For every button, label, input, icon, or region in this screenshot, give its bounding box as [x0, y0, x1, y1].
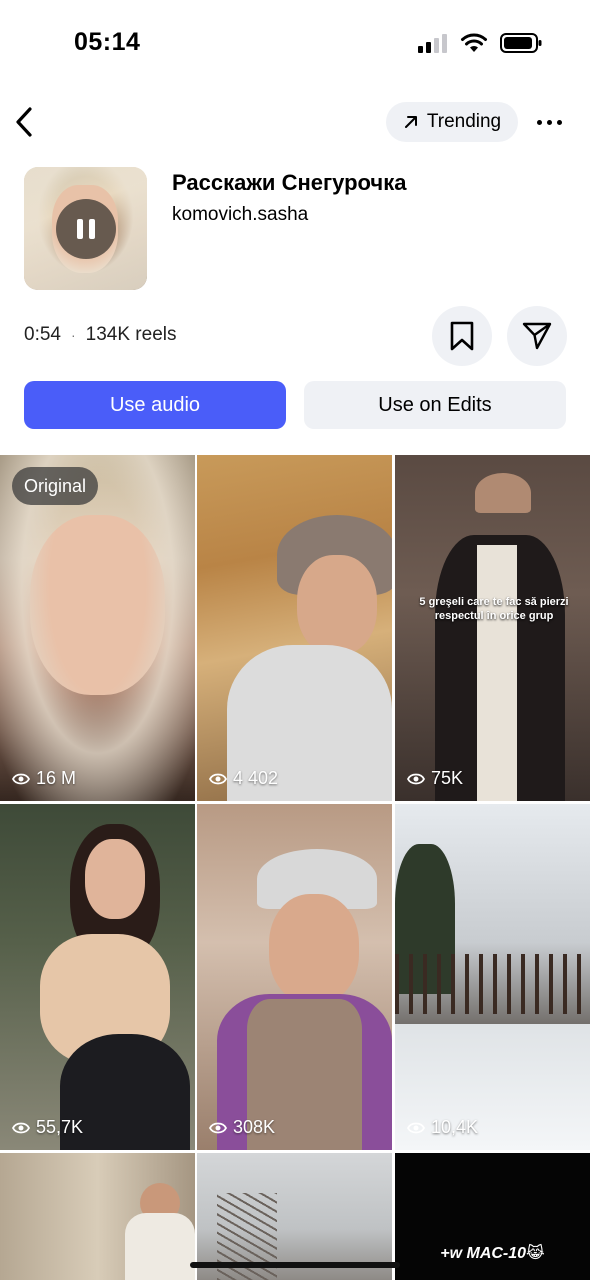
cellular-signal-icon: [418, 34, 447, 53]
audio-header: Расскажи Снегурочка komovich.sasha: [24, 167, 564, 291]
send-icon: [522, 322, 552, 350]
trending-label: Trending: [426, 111, 502, 132]
status-icons: [418, 32, 542, 54]
status-time: 05:14: [74, 28, 141, 56]
audio-duration: 0:54: [24, 324, 61, 345]
reel-thumbnail[interactable]: [197, 1153, 392, 1280]
audio-meta: 0:54 · 134K reels: [24, 324, 177, 346]
bookmark-icon: [450, 321, 474, 351]
reel-views-count: 308K: [233, 1117, 276, 1137]
use-on-edits-button[interactable]: Use on Edits: [304, 381, 566, 429]
audio-meta-row: 0:54 · 134K reels: [24, 306, 567, 366]
reel-caption: 5 greşeli care te fac să pierzi respectu…: [419, 596, 569, 622]
battery-icon: [500, 33, 542, 53]
more-dot-icon: [546, 119, 552, 125]
reel-views: 4 402: [209, 768, 278, 789]
wifi-icon: [461, 33, 487, 52]
trending-button[interactable]: Trending: [386, 102, 518, 142]
audio-title: Расскажи Снегурочка: [172, 170, 407, 195]
save-button[interactable]: [432, 306, 492, 366]
use-audio-button[interactable]: Use audio: [24, 381, 286, 429]
reel-views-count: 4 402: [233, 768, 279, 788]
arrow-up-right-icon: [404, 116, 417, 128]
more-dot-icon: [556, 119, 562, 125]
audio-artist-link[interactable]: komovich.sasha: [172, 204, 308, 226]
reel-views-count: 10,4K: [431, 1117, 479, 1137]
reel-overlay-text: +w MAC-10😹: [440, 1245, 545, 1262]
audio-cover-image[interactable]: [24, 167, 147, 290]
eye-icon: [12, 773, 30, 784]
reel-views: 308K: [209, 1117, 275, 1138]
separator-dot: ·: [70, 327, 76, 343]
reel-thumbnail[interactable]: Original 16 M: [0, 455, 195, 801]
reel-views: 55,7K: [12, 1117, 83, 1138]
reel-views-count: 55,7K: [36, 1117, 84, 1137]
nav-bar: Trending: [0, 100, 590, 144]
reel-views: 16 M: [12, 768, 76, 789]
reel-views-count: 75K: [431, 768, 464, 788]
pause-button[interactable]: [56, 199, 116, 259]
more-options-button[interactable]: [532, 108, 566, 136]
status-bar: 05:14: [0, 0, 590, 90]
eye-icon: [209, 1122, 227, 1133]
eye-icon: [12, 1122, 30, 1133]
reel-thumbnail[interactable]: +w MAC-10😹: [395, 1153, 590, 1280]
actions-row: Use audio Use on Edits: [24, 381, 566, 429]
reel-views: 75K: [407, 768, 463, 789]
reel-thumbnail[interactable]: [0, 1153, 195, 1280]
reel-thumbnail[interactable]: 308K: [197, 804, 392, 1150]
more-dot-icon: [536, 119, 542, 125]
eye-icon: [407, 773, 425, 784]
reel-thumbnail[interactable]: 4 402: [197, 455, 392, 801]
pause-bar-icon: [89, 219, 95, 239]
pause-bar-icon: [77, 219, 83, 239]
back-button[interactable]: [10, 104, 38, 140]
original-badge: Original: [12, 467, 99, 505]
reel-thumbnail[interactable]: 10,4K: [395, 804, 590, 1150]
reels-count: 134K reels: [85, 324, 177, 345]
reel-views-count: 16 M: [36, 768, 77, 788]
chevron-left-icon: [16, 107, 32, 137]
reel-thumbnail[interactable]: 5 greşeli care te fac să pierzi respectu…: [395, 455, 590, 801]
eye-icon: [407, 1122, 425, 1133]
share-button[interactable]: [507, 306, 567, 366]
reels-grid: Original 16 M 4 402 5 greşeli care te fa…: [0, 455, 590, 1280]
home-indicator: [190, 1262, 400, 1268]
reel-views: 10,4K: [407, 1117, 478, 1138]
reel-thumbnail[interactable]: 55,7K: [0, 804, 195, 1150]
eye-icon: [209, 773, 227, 784]
